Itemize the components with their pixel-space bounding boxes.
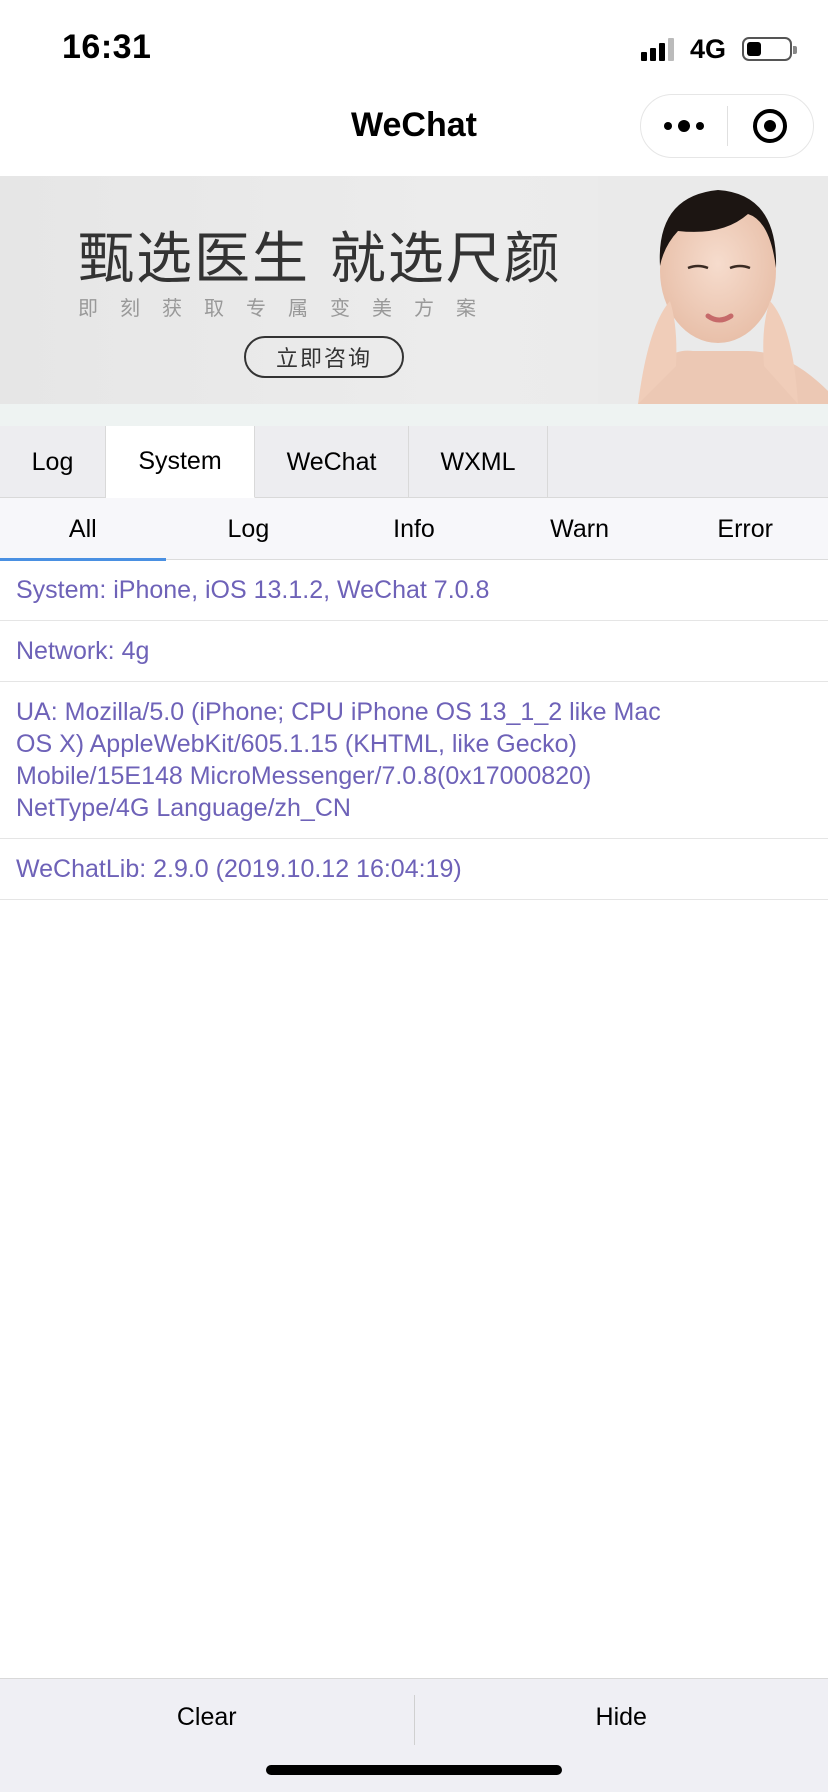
- filter-tab-info[interactable]: Info: [331, 498, 497, 560]
- nav-bar: WeChat: [0, 92, 828, 176]
- battery-icon: [742, 37, 797, 61]
- mini-program-capsule: [640, 94, 814, 158]
- banner-title: 甄选医生 就选尺颜: [78, 227, 562, 292]
- filter-tabs: All Log Info Warn Error: [0, 498, 828, 561]
- filter-tab-error[interactable]: Error: [662, 498, 828, 560]
- hide-button[interactable]: Hide: [415, 1679, 828, 1755]
- network-label: 4G: [689, 33, 726, 64]
- tab-log[interactable]: Log: [0, 426, 106, 498]
- filter-tab-all[interactable]: All: [0, 498, 166, 561]
- signal-icon: [640, 37, 674, 61]
- banner-subtitle: 即刻获取专属变美方案: [78, 298, 498, 320]
- status-time: 16:31: [62, 28, 152, 66]
- banner-bottom-strip: [0, 404, 828, 426]
- filter-tab-log[interactable]: Log: [166, 498, 332, 560]
- close-button[interactable]: [728, 95, 814, 157]
- status-bar: 16:31 4G: [0, 0, 828, 92]
- tab-wechat[interactable]: WeChat: [255, 426, 409, 498]
- home-indicator: [266, 1765, 562, 1775]
- log-row-network: Network: 4g: [0, 621, 828, 682]
- ad-banner[interactable]: 甄选医生 就选尺颜 即刻获取专属变美方案 立即咨询: [0, 176, 828, 404]
- more-dots-icon: [663, 120, 704, 132]
- consult-button[interactable]: 立即咨询: [244, 336, 404, 378]
- model-face-image: [598, 176, 828, 404]
- tab-wxml[interactable]: WXML: [409, 426, 548, 498]
- log-row-ua: UA: Mozilla/5.0 (iPhone; CPU iPhone OS 1…: [0, 682, 828, 839]
- status-indicators: 4G: [640, 33, 797, 64]
- log-row-wechatlib: WeChatLib: 2.9.0 (2019.10.12 16:04:19): [0, 839, 828, 900]
- log-list: System: iPhone, iOS 13.1.2, WeChat 7.0.8…: [0, 560, 828, 900]
- log-row-system: System: iPhone, iOS 13.1.2, WeChat 7.0.8: [0, 560, 828, 621]
- target-close-icon: [753, 109, 788, 143]
- clear-button[interactable]: Clear: [0, 1679, 414, 1755]
- filter-tab-warn[interactable]: Warn: [497, 498, 663, 560]
- screen: 16:31 4G WeChat 甄选医生 就选尺颜 即刻获取专属变美方案 立即咨…: [0, 0, 828, 1792]
- more-button[interactable]: [641, 95, 727, 157]
- panel-tabs: Log System WeChat WXML: [0, 426, 828, 498]
- tab-system[interactable]: System: [106, 426, 255, 498]
